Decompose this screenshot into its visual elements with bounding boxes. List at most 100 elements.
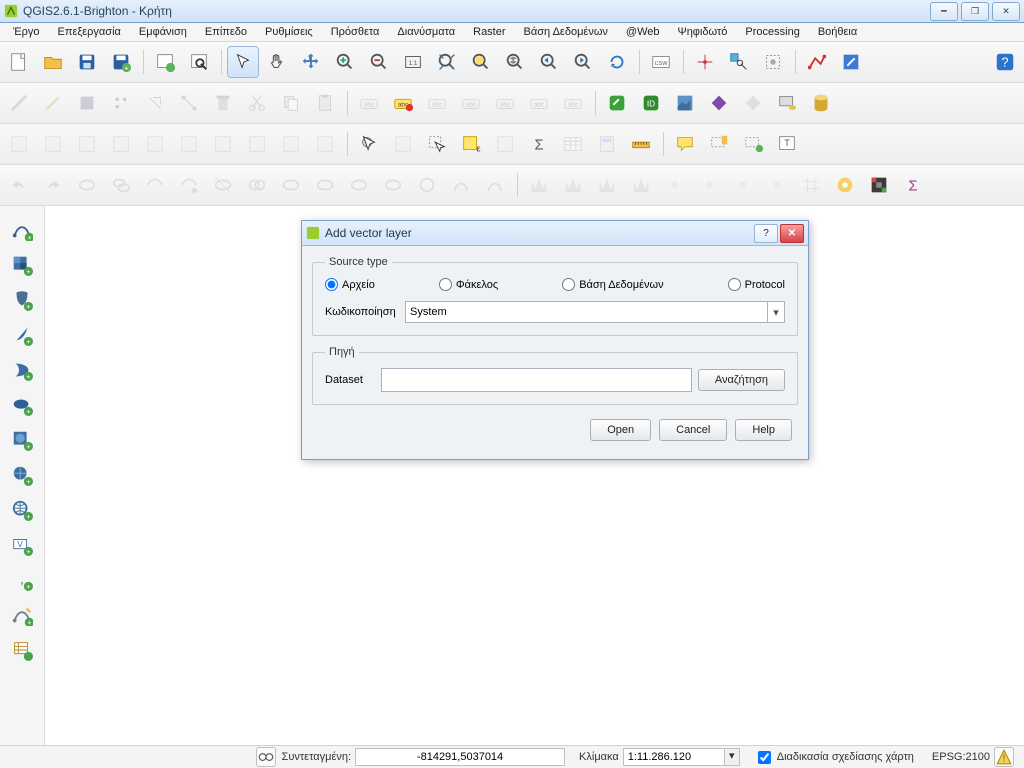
add-raster-icon[interactable]: + bbox=[3, 248, 41, 282]
row3-10-icon[interactable] bbox=[309, 128, 341, 160]
zoom-last-icon[interactable] bbox=[533, 46, 565, 78]
open-button[interactable]: Open bbox=[590, 419, 651, 441]
pencil-icon[interactable] bbox=[37, 87, 69, 119]
help-icon[interactable]: ? bbox=[989, 46, 1021, 78]
zoom-out-icon[interactable] bbox=[363, 46, 395, 78]
hist-1-icon[interactable] bbox=[523, 169, 555, 201]
add-feature-icon[interactable] bbox=[105, 87, 137, 119]
add-wfs-icon[interactable]: + bbox=[3, 493, 41, 527]
draw-line-icon[interactable] bbox=[3, 87, 35, 119]
move-feature-icon[interactable] bbox=[139, 87, 171, 119]
cancel-button[interactable]: Cancel bbox=[659, 419, 727, 441]
pan-hand-icon[interactable] bbox=[261, 46, 293, 78]
add-wms-icon[interactable]: + bbox=[3, 423, 41, 457]
row3-4-icon[interactable] bbox=[105, 128, 137, 160]
new-shapefile-icon[interactable]: + bbox=[3, 598, 41, 632]
deselect-icon[interactable] bbox=[489, 128, 521, 160]
dialog-help-button[interactable]: ? bbox=[754, 224, 778, 243]
minimize-button[interactable]: ━ bbox=[930, 2, 958, 21]
digitize-icon[interactable] bbox=[723, 46, 755, 78]
label-change-icon[interactable]: abc bbox=[557, 87, 589, 119]
geom-3-icon[interactable] bbox=[139, 169, 171, 201]
label-pin-icon[interactable]: abc bbox=[421, 87, 453, 119]
refresh-icon[interactable] bbox=[601, 46, 633, 78]
radio-file[interactable]: Αρχείο bbox=[325, 278, 375, 291]
geom-7-icon[interactable] bbox=[275, 169, 307, 201]
composer-manager-icon[interactable] bbox=[183, 46, 215, 78]
node-tool-icon[interactable] bbox=[173, 87, 205, 119]
pixel-grid-icon[interactable] bbox=[863, 169, 895, 201]
bookmarks-icon[interactable] bbox=[703, 128, 735, 160]
open-project-icon[interactable] bbox=[37, 46, 69, 78]
radio-database[interactable]: Βάση Δεδομένων bbox=[562, 278, 663, 291]
add-mssql-icon[interactable]: + bbox=[3, 353, 41, 387]
row3-5-icon[interactable] bbox=[139, 128, 171, 160]
csw-icon[interactable]: CSW bbox=[645, 46, 677, 78]
geom-13-icon[interactable] bbox=[479, 169, 511, 201]
save-edits-icon[interactable] bbox=[71, 87, 103, 119]
menu-raster2[interactable]: Ψηφιδωτό bbox=[669, 24, 737, 40]
select-by-expr-icon[interactable]: ε bbox=[455, 128, 487, 160]
label-abc-icon[interactable]: abc bbox=[353, 87, 385, 119]
add-csv-icon[interactable]: ,+ bbox=[3, 563, 41, 597]
plugin-purple-icon[interactable] bbox=[703, 87, 735, 119]
hist-4-icon[interactable] bbox=[625, 169, 657, 201]
save-project-icon[interactable] bbox=[71, 46, 103, 78]
plugin-raster-icon[interactable] bbox=[669, 87, 701, 119]
geom-9-icon[interactable] bbox=[343, 169, 375, 201]
menu-raster[interactable]: Raster bbox=[464, 24, 514, 40]
georef-icon[interactable] bbox=[689, 46, 721, 78]
plugin-id-icon[interactable]: ID bbox=[635, 87, 667, 119]
menu-project[interactable]: Έργο bbox=[4, 24, 49, 40]
maximize-button[interactable]: ❐ bbox=[961, 2, 989, 21]
dataset-input[interactable] bbox=[381, 368, 692, 392]
row3-8-icon[interactable] bbox=[241, 128, 273, 160]
menu-processing[interactable]: Processing bbox=[736, 24, 808, 40]
field-calc-icon[interactable] bbox=[591, 128, 623, 160]
geom-11-icon[interactable] bbox=[411, 169, 443, 201]
database-icon[interactable] bbox=[805, 87, 837, 119]
radio-directory[interactable]: Φάκελος bbox=[439, 278, 498, 291]
row3-6-icon[interactable] bbox=[173, 128, 205, 160]
text-annotation-icon[interactable]: T bbox=[771, 128, 803, 160]
vector-edit-icon[interactable] bbox=[835, 46, 867, 78]
menu-edit[interactable]: Επεξεργασία bbox=[49, 24, 130, 40]
menubar[interactable]: Έργο Επεξεργασία Εμφάνιση Επίπεδο Ρυθμίσ… bbox=[0, 23, 1024, 42]
new-project-icon[interactable] bbox=[3, 46, 35, 78]
geom-1-icon[interactable] bbox=[71, 169, 103, 201]
zoom-native-icon[interactable]: 1:1 bbox=[397, 46, 429, 78]
paste-icon[interactable] bbox=[309, 87, 341, 119]
label-rotate-icon[interactable]: abc bbox=[523, 87, 555, 119]
coord-input[interactable] bbox=[355, 748, 565, 766]
menu-plugins[interactable]: Πρόσθετα bbox=[322, 24, 389, 40]
add-delimited-icon[interactable]: V+ bbox=[3, 528, 41, 562]
geom-6-icon[interactable] bbox=[241, 169, 273, 201]
pan-tool-icon[interactable] bbox=[227, 46, 259, 78]
save-as-icon[interactable]: + bbox=[105, 46, 137, 78]
zoom-selection-icon[interactable] bbox=[465, 46, 497, 78]
cut-icon[interactable] bbox=[241, 87, 273, 119]
row3-9-icon[interactable] bbox=[275, 128, 307, 160]
map-canvas[interactable]: Add vector layer ? ✕ Source type Αρχείο … bbox=[45, 206, 1024, 752]
sigma-icon[interactable]: Σ bbox=[897, 169, 929, 201]
status-toggle-icon[interactable] bbox=[256, 747, 276, 767]
scale-dropdown-icon[interactable]: ▾ bbox=[724, 748, 740, 766]
plugin-grey-icon[interactable] bbox=[737, 87, 769, 119]
add-oracle-icon[interactable]: + bbox=[3, 388, 41, 422]
new-gpkg-icon[interactable] bbox=[3, 633, 41, 667]
row3-3-icon[interactable] bbox=[71, 128, 103, 160]
close-window-button[interactable]: ✕ bbox=[992, 2, 1020, 21]
menu-settings[interactable]: Ρυθμίσεις bbox=[256, 24, 322, 40]
digitizing-line-icon[interactable] bbox=[801, 46, 833, 78]
maptip-icon[interactable] bbox=[669, 128, 701, 160]
sun-4-icon[interactable] bbox=[761, 169, 793, 201]
zoom-full-icon[interactable] bbox=[431, 46, 463, 78]
geom-12-icon[interactable] bbox=[445, 169, 477, 201]
geom-5-icon[interactable] bbox=[207, 169, 239, 201]
attrib-table-icon[interactable] bbox=[387, 128, 419, 160]
menu-database[interactable]: Βάση Δεδομένων bbox=[515, 24, 617, 40]
epsg-label[interactable]: EPSG:2100 bbox=[928, 751, 994, 763]
render-checkbox[interactable]: Διαδικασία σχεδίασης χάρτη bbox=[754, 748, 914, 767]
sun-1-icon[interactable] bbox=[659, 169, 691, 201]
row3-1-icon[interactable] bbox=[3, 128, 35, 160]
